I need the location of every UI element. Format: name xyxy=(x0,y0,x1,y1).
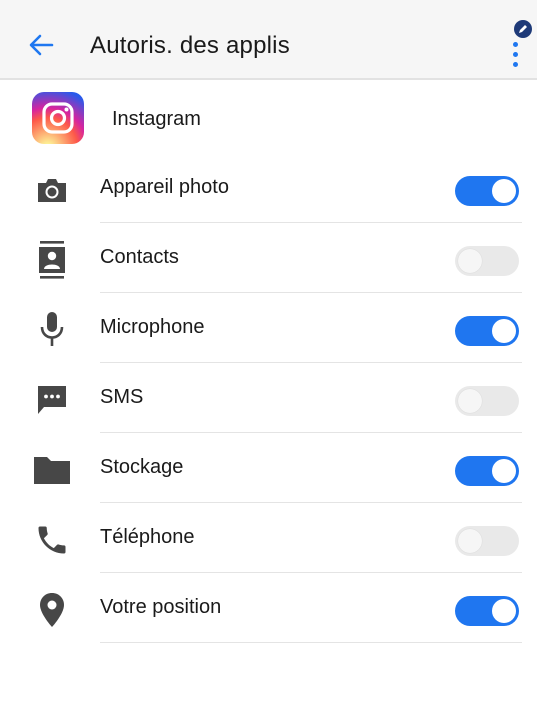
app-permissions-screen: Autoris. des applis Instagram Appareil p… xyxy=(0,0,537,708)
permission-toggle[interactable] xyxy=(455,386,519,416)
folder-icon xyxy=(30,450,74,490)
permission-label: Contacts xyxy=(100,246,179,268)
permission-row-camera[interactable]: Appareil photo xyxy=(0,153,537,223)
permission-label: Téléphone xyxy=(100,526,195,548)
permission-label: Microphone xyxy=(100,316,205,338)
permission-label: Appareil photo xyxy=(100,176,229,198)
app-info-row: Instagram xyxy=(0,90,537,150)
permission-toggle[interactable] xyxy=(455,246,519,276)
permission-label: Votre position xyxy=(100,596,222,618)
toggle-knob xyxy=(492,319,516,343)
more-options-button[interactable] xyxy=(500,20,534,70)
instagram-logo-icon xyxy=(32,92,84,144)
more-vertical-dot xyxy=(513,62,518,67)
microphone-icon xyxy=(30,310,74,350)
contacts-icon xyxy=(30,240,74,280)
permission-toggle[interactable] xyxy=(455,596,519,626)
top-app-bar: Autoris. des applis xyxy=(0,0,537,80)
permission-row-phone[interactable]: Téléphone xyxy=(0,503,537,573)
toggle-knob xyxy=(458,389,482,413)
permission-row-sms[interactable]: SMS xyxy=(0,363,537,433)
permission-row-storage[interactable]: Stockage xyxy=(0,433,537,503)
sms-icon xyxy=(30,380,74,420)
more-vertical-dot xyxy=(513,52,518,57)
permission-label: SMS xyxy=(100,386,144,408)
location-pin-icon xyxy=(30,590,74,630)
toggle-knob xyxy=(492,179,516,203)
toggle-knob xyxy=(458,249,482,273)
permission-row-location[interactable]: Votre position xyxy=(0,573,537,643)
back-button[interactable] xyxy=(24,28,58,62)
edit-pen-icon xyxy=(514,20,532,38)
phone-icon xyxy=(30,520,74,560)
toggle-knob xyxy=(458,529,482,553)
permission-row-microphone[interactable]: Microphone xyxy=(0,293,537,363)
toggle-knob xyxy=(492,599,516,623)
camera-icon xyxy=(30,170,74,210)
permission-toggle[interactable] xyxy=(455,316,519,346)
toggle-knob xyxy=(492,459,516,483)
permission-toggle[interactable] xyxy=(455,176,519,206)
divider xyxy=(100,642,522,643)
arrow-left-icon xyxy=(29,34,54,56)
permission-toggle[interactable] xyxy=(455,456,519,486)
permission-label: Stockage xyxy=(100,456,184,478)
permission-toggle[interactable] xyxy=(455,526,519,556)
page-title: Autoris. des applis xyxy=(90,32,290,59)
permission-row-contacts[interactable]: Contacts xyxy=(0,223,537,293)
more-vertical-icon xyxy=(513,42,518,47)
app-name: Instagram xyxy=(112,108,201,130)
